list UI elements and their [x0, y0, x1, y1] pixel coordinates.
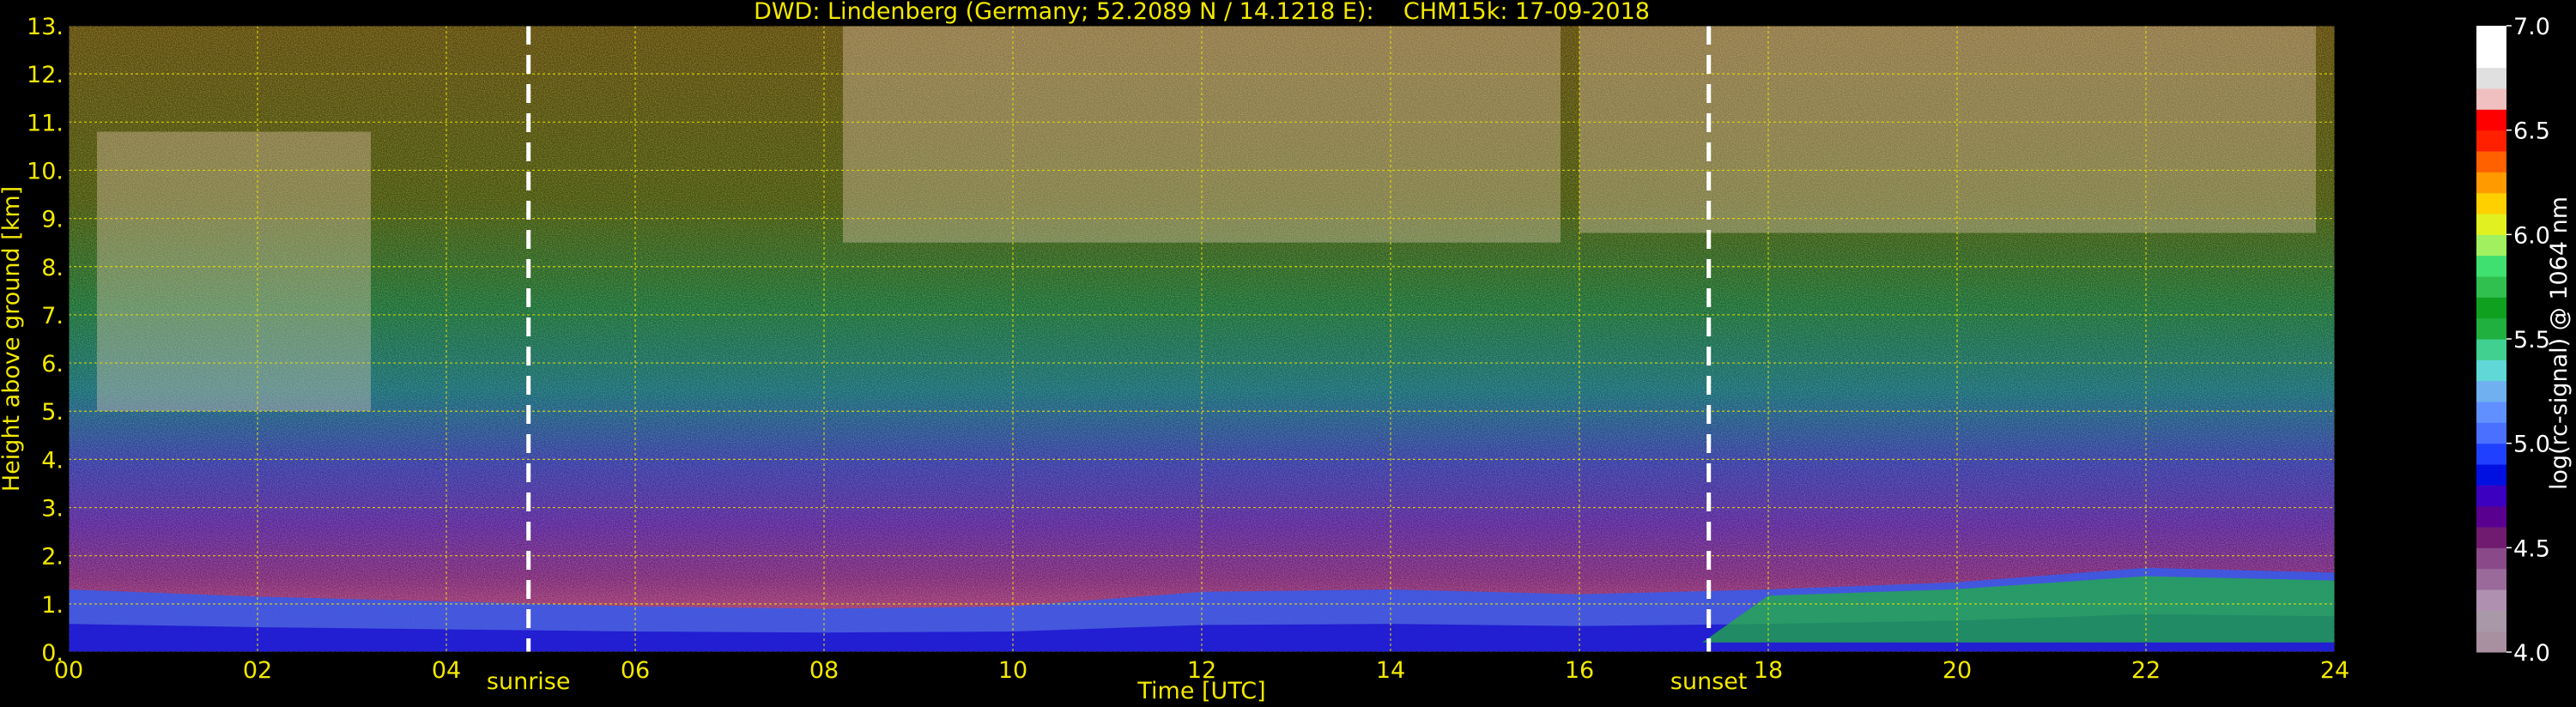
x-tick-label: 06: [621, 657, 650, 684]
colorbar-segment: [2476, 214, 2506, 235]
colorbar-segment: [2476, 339, 2506, 360]
colorbar-segment: [2476, 589, 2506, 611]
colorbar-segment: [2476, 172, 2506, 194]
colorbar-segment: [2476, 130, 2506, 152]
x-tick-label: 12: [1187, 657, 1216, 684]
cirrus-cloud: [97, 131, 371, 412]
y-tick-label: 9.: [41, 207, 64, 233]
y-tick-label: 8.: [41, 255, 64, 281]
colorbar-segment: [2476, 360, 2506, 382]
colorbar-segment: [2476, 485, 2506, 507]
y-tick-label: 10.: [27, 158, 64, 184]
x-tick-label: 02: [243, 657, 272, 684]
x-tick-label: 24: [2320, 657, 2349, 684]
colorbar-segment: [2476, 631, 2506, 653]
cirrus-cloud: [1579, 26, 2316, 233]
colorbar-tick-label: 7.0: [2513, 14, 2550, 40]
colorbar-segment: [2476, 443, 2506, 465]
colorbar-segment: [2476, 192, 2506, 215]
x-tick-label: 20: [1943, 657, 1972, 684]
x-tick-label: 04: [432, 657, 461, 684]
colorbar-segment: [2476, 422, 2506, 444]
colorbar-label: log(rc-signal) @ 1064 nm: [2546, 196, 2573, 490]
colorbar-segment: [2476, 297, 2506, 319]
colorbar-segment: [2476, 26, 2506, 47]
colorbar-tick-label: 5.0: [2513, 432, 2550, 458]
y-tick-label: 5.: [41, 399, 64, 426]
colorbar-segment: [2476, 276, 2506, 298]
y-tick-label: 2.: [41, 544, 64, 571]
y-tick-label: 12.: [27, 62, 64, 88]
sun-marker-labels: sunrise sunset: [487, 668, 1748, 695]
colorbar-segment: [2476, 610, 2506, 632]
y-tick-label: 6.: [41, 351, 64, 378]
x-tick-label: 14: [1376, 657, 1405, 684]
x-tick-label: 18: [1754, 657, 1783, 684]
y-tick-labels: 0. 1. 2. 3. 4. 5. 6. 7. 8. 9. 10. 11. 12. 13.: [27, 14, 64, 667]
x-tick-label: 10: [998, 657, 1027, 684]
x-tick-label: 22: [2131, 657, 2161, 684]
colorbar-segment: [2476, 547, 2506, 570]
colorbar-segment: [2476, 234, 2506, 257]
x-tick-labels: 00 02 04 06 08 10 12 14 16 18 20 22 24: [54, 657, 2349, 684]
colorbar-segment: [2476, 402, 2506, 423]
y-tick-label: 4.: [41, 447, 64, 474]
colorbar-tick-label: 5.5: [2513, 327, 2550, 354]
y-tick-label: 3.: [41, 496, 64, 523]
colorbar-segment: [2476, 464, 2506, 486]
colorbar-segment: [2476, 317, 2506, 340]
colorbar-segment: [2476, 109, 2506, 131]
x-tick-label: 16: [1565, 657, 1594, 684]
colorbar-segment: [2476, 380, 2506, 402]
y-tick-label: 1.: [41, 592, 64, 619]
colorbar-tick-label: 6.0: [2513, 222, 2550, 249]
colorbar-tick-label: 4.5: [2513, 535, 2550, 562]
y-tick-label: 7.: [41, 303, 64, 329]
ceilometer-chart: DWD: Lindenberg (Germany; 52.2089 N / 14…: [0, 0, 2573, 704]
colorbar-tick-label: 4.0: [2513, 640, 2550, 667]
colorbar-segment: [2476, 88, 2506, 110]
plot-area: [69, 26, 2335, 652]
colorbar-segment: [2476, 151, 2506, 172]
y-axis-label: Height above ground [km]: [0, 186, 25, 492]
colorbar-segment: [2476, 527, 2506, 548]
colorbar-tick-label: 6.5: [2513, 118, 2550, 145]
colorbar-segment: [2476, 255, 2506, 277]
colorbar-segment: [2476, 568, 2506, 590]
sunset-label: sunset: [1670, 668, 1748, 695]
y-tick-label: 0.: [41, 640, 64, 667]
colorbar-segment: [2476, 46, 2506, 69]
chart-title: DWD: Lindenberg (Germany; 52.2089 N / 14…: [754, 0, 1650, 25]
colorbar-segment: [2476, 505, 2506, 528]
sunrise-label: sunrise: [487, 668, 571, 695]
y-tick-label: 11.: [27, 110, 64, 136]
y-tick-label: 13.: [27, 14, 64, 40]
colorbar: 4.0 4.5 5.0 5.5 6.0 6.5 7.0: [2476, 14, 2550, 667]
colorbar-segment: [2476, 67, 2506, 89]
x-tick-label: 08: [809, 657, 839, 684]
